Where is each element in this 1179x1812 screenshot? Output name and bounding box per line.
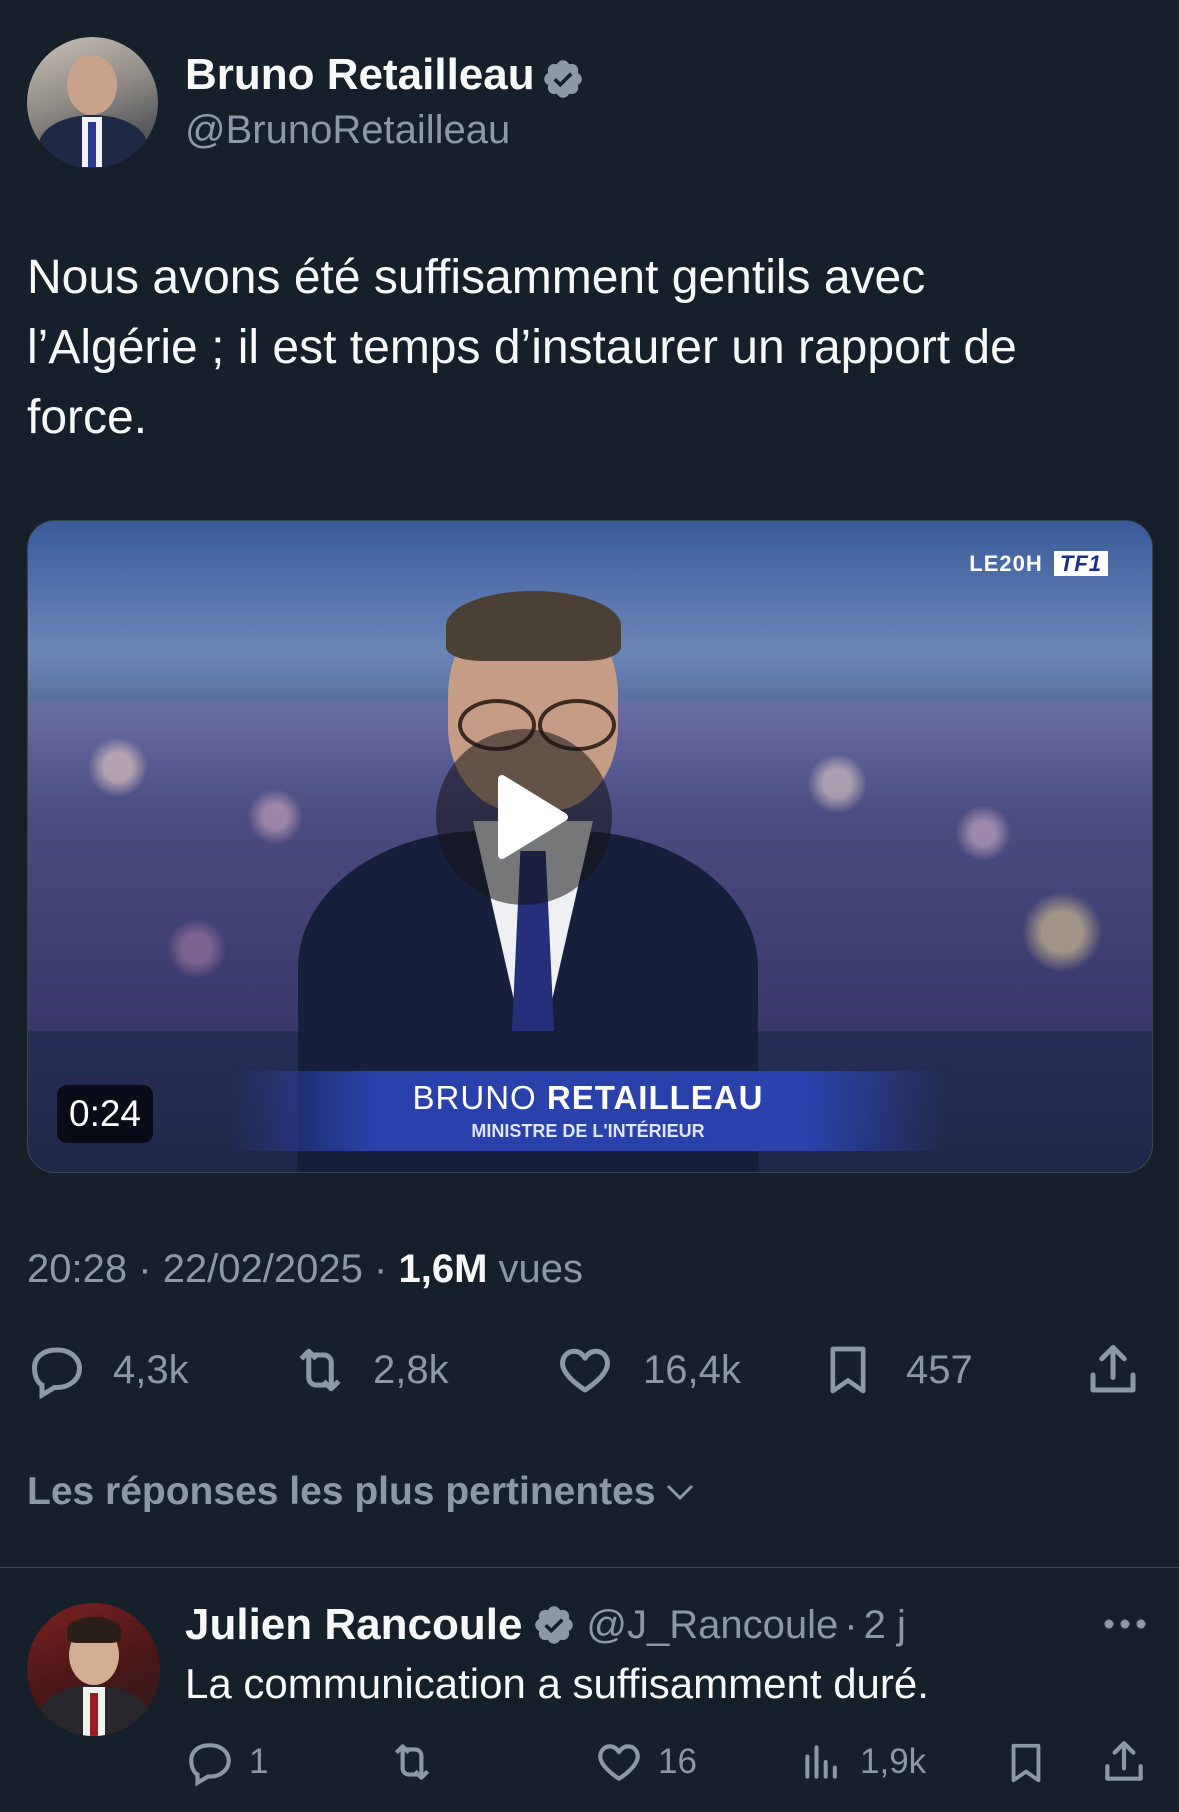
video-duration: 0:24 [57,1085,154,1143]
lower-third-title: MINISTRE DE L'INTÉRIEUR [471,1121,705,1141]
tweet-text-line: Nous avons été suffisamment gentils avec [27,251,926,304]
more-icon[interactable] [1100,1606,1150,1642]
reply-icon [189,1743,231,1787]
reply-icon [31,1347,83,1400]
author-name[interactable]: Bruno Retailleau [185,50,535,100]
reply-author-name[interactable]: Julien Rancoule [185,1600,522,1650]
reply-reply-count: 1 [249,1742,269,1781]
bookmark-count: 457 [906,1347,973,1392]
reply-sort-dropdown[interactable]: Les réponses les plus pertinentes [27,1470,698,1514]
reply-like-count: 16 [658,1742,697,1781]
lower-third: BRUNO RETAILLEAU MINISTRE DE L'INTÉRIEUR [228,1071,948,1151]
reply-reply-button[interactable]: 1 [185,1737,268,1787]
views-count: 1,6M [398,1247,488,1291]
repost-icon [299,1348,341,1392]
verified-icon [535,1606,574,1644]
repost-icon [394,1744,430,1780]
like-icon [560,1348,610,1393]
like-count: 16,4k [643,1347,741,1392]
like-icon [598,1744,640,1781]
reply-text: La communication a suffisamment duré. [185,1660,929,1707]
section-divider [0,1567,1179,1568]
reply-separator: · [844,1602,858,1647]
repost-button[interactable]: 2,8k [287,1340,449,1400]
bookmark-icon [1011,1743,1041,1783]
tweet-meta: 20:28 · 22/02/2025 · 1,6M vues [27,1247,583,1292]
chevron-down-icon [666,1484,693,1501]
bookmark-icon [830,1346,866,1394]
meta-separator: · [138,1247,152,1291]
channel-logo: LE20H TF1 [969,551,1108,577]
reply-count: 4,3k [113,1347,189,1392]
tweet-text-line: l’Algérie ; il est temps d’instaurer un … [27,321,1017,374]
author-handle[interactable]: @BrunoRetailleau [185,108,510,153]
lower-third-last-name: RETAILLEAU [546,1079,764,1116]
author-avatar[interactable] [27,37,158,168]
verified-icon [544,60,582,98]
reply-button[interactable]: 4,3k [27,1340,189,1400]
channel-logo-brand: TF1 [1053,551,1108,576]
reply-bookmark-button[interactable] [1003,1737,1049,1787]
meta-separator: · [374,1247,388,1291]
tweet-text: Nous avons été suffisamment gentils avec… [27,243,1147,453]
play-button[interactable] [436,729,612,905]
reply-author-handle[interactable]: @J_Rancoule [586,1603,838,1648]
video-player[interactable]: LE20H TF1 BRUNO RETAILLEAU MINISTRE DE L… [27,520,1153,1173]
share-icon [1105,1741,1143,1781]
reply-author-avatar[interactable] [27,1603,160,1736]
like-button[interactable]: 16,4k [555,1340,741,1400]
views-icon [805,1745,837,1779]
reply-header: Julien Rancoule @J_Rancoule · 2 j [185,1600,906,1650]
bookmark-button[interactable]: 457 [820,1340,973,1400]
reply-sort-label: Les réponses les plus pertinentes [27,1470,656,1513]
play-icon [498,775,568,859]
share-button[interactable] [1083,1340,1143,1400]
share-icon [1090,1345,1136,1393]
reply-views-count: 1,9k [860,1742,927,1781]
channel-logo-prefix: LE20H [969,551,1043,576]
reply-views-button[interactable]: 1,9k [800,1737,926,1787]
repost-count: 2,8k [373,1347,449,1392]
tweet-time[interactable]: 20:28 [27,1247,127,1291]
tweet-date[interactable]: 22/02/2025 [163,1247,363,1291]
lower-third-first-name: BRUNO [412,1079,537,1116]
views-label: vues [498,1247,584,1291]
reply-repost-button[interactable] [385,1737,439,1787]
reply-share-button[interactable] [1099,1737,1149,1787]
tweet-text-line: force. [27,391,148,444]
reply-age[interactable]: 2 j [864,1603,906,1648]
reply-like-button[interactable]: 16 [594,1737,697,1787]
